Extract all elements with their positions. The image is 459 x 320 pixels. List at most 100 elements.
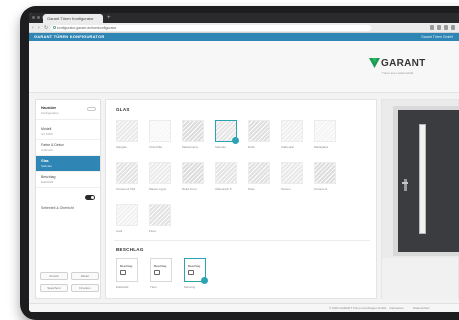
new-tab-button[interactable]: + bbox=[107, 14, 111, 23]
sidebar-button-row: Zurück Weiter bbox=[40, 272, 99, 280]
sidebar-item-label: Beschlag bbox=[41, 175, 56, 179]
save-button[interactable]: Speichern bbox=[40, 284, 68, 292]
glass-swatch[interactable] bbox=[248, 162, 270, 184]
glass-swatch-label: Ornament 504 bbox=[116, 187, 136, 191]
glass-swatch[interactable] bbox=[182, 120, 204, 142]
glass-swatch-label: Delta Frost bbox=[182, 187, 197, 191]
glass-swatch[interactable] bbox=[248, 120, 270, 142]
sidebar-item-model[interactable]: Modell GT 1000 bbox=[36, 124, 100, 140]
extensions-icon[interactable] bbox=[437, 25, 441, 30]
section-divider bbox=[114, 240, 370, 241]
app-header: GARANT TÜREN KONFIGURATOR Garant Türen G… bbox=[29, 33, 459, 41]
browser-tab[interactable]: Garant Türen Konfigurator bbox=[43, 14, 103, 23]
glass-swatch[interactable] bbox=[149, 204, 171, 226]
glass-swatch-label: Screen bbox=[281, 187, 291, 191]
back-button[interactable]: Zurück bbox=[40, 272, 68, 280]
print-button[interactable]: Drucken bbox=[71, 284, 99, 292]
back-arrow-icon[interactable]: ‹ bbox=[32, 25, 34, 31]
handle-icon bbox=[120, 270, 126, 275]
sidebar-header: Haustüre Konfiguration bbox=[36, 100, 100, 120]
sidepanel-toggle[interactable] bbox=[85, 195, 95, 200]
glass-swatch-label: Mastercarré bbox=[182, 145, 199, 149]
door-leaf bbox=[398, 110, 459, 252]
glass-swatch[interactable] bbox=[281, 120, 303, 142]
logo-bar: GARANT Türen aus Leidenschaft bbox=[29, 41, 459, 93]
account-link[interactable]: Garant Türen GmbH bbox=[421, 33, 453, 41]
hardware-option-text: Beschlag bbox=[154, 264, 167, 268]
options-panel: GLAS BESCHLAG Klarglas Chinchilla Masterca… bbox=[105, 99, 377, 299]
forward-arrow-icon[interactable]: › bbox=[38, 25, 40, 31]
glass-swatch-label: Kathedral bbox=[281, 145, 294, 149]
sidebar-subtitle: Konfiguration bbox=[41, 111, 59, 115]
menu-icon[interactable] bbox=[451, 25, 455, 30]
garant-v-logo-icon bbox=[369, 58, 380, 68]
glass-swatch[interactable] bbox=[215, 120, 239, 144]
glass-swatch[interactable] bbox=[182, 162, 204, 184]
config-sidebar: Haustüre Konfiguration Modell GT 1000 Fa… bbox=[35, 99, 101, 299]
sidebar-toggle-row: Seitenteil & Oberlicht bbox=[36, 192, 100, 210]
hardware-option-label: Messing bbox=[184, 285, 196, 289]
sidebar-title: Haustüre bbox=[41, 106, 57, 110]
handle-icon bbox=[154, 270, 160, 275]
sidebar-item-value: Edelstahl bbox=[41, 180, 54, 184]
glass-section-title: GLAS bbox=[116, 107, 130, 112]
hardware-option[interactable]: Beschlag bbox=[116, 258, 138, 282]
page-footer: © 2024 GARANT Türen und Zargen GmbH Impr… bbox=[29, 303, 459, 312]
glass-swatch[interactable] bbox=[215, 162, 237, 184]
door-handle-icon bbox=[402, 182, 408, 184]
sidebar-edit-button[interactable] bbox=[87, 107, 96, 111]
glass-swatch[interactable] bbox=[281, 162, 303, 184]
glass-swatch[interactable] bbox=[149, 162, 171, 184]
address-bar: ‹ › ↻ konfigurator.garant.de/tuerkonfigu… bbox=[29, 23, 459, 33]
footer-privacy-link[interactable]: Datenschutz bbox=[413, 306, 430, 310]
sidebar-item-hardware[interactable]: Beschlag Edelstahl bbox=[36, 172, 100, 188]
door-glass-insert bbox=[419, 124, 426, 234]
app-title: GARANT TÜREN KONFIGURATOR bbox=[34, 34, 105, 39]
glass-swatch-label: Satinato bbox=[215, 145, 227, 149]
hardware-option[interactable]: Beschlag bbox=[150, 258, 172, 282]
browser-window: Garant Türen Konfigurator + ‹ › ↻ konfig… bbox=[29, 13, 459, 312]
glass-swatch[interactable] bbox=[314, 162, 336, 184]
glass-swatch-label: Float bbox=[149, 229, 156, 233]
glass-swatch[interactable] bbox=[116, 120, 138, 142]
bookmark-icon[interactable] bbox=[430, 25, 434, 30]
brand-tagline: Türen aus Leidenschaft bbox=[382, 71, 414, 75]
profile-icon[interactable] bbox=[444, 25, 448, 30]
url-field[interactable]: konfigurator.garant.de/tuerkonfigurator bbox=[51, 25, 371, 31]
brand-name: GARANT bbox=[381, 58, 426, 69]
next-button[interactable]: Weiter bbox=[71, 272, 99, 280]
handle-plate bbox=[404, 179, 407, 191]
sidebar-item-label: Modell bbox=[41, 127, 52, 131]
glass-swatch[interactable] bbox=[116, 204, 138, 226]
hardware-option-label: Titan bbox=[150, 285, 157, 289]
toolbar-icons bbox=[430, 25, 455, 30]
sidebar-item-color[interactable]: Farbe & Dekor Anthrazit bbox=[36, 140, 100, 156]
sidebar-item-value: GT 1000 bbox=[41, 132, 53, 136]
hardware-option[interactable]: Beschlag bbox=[184, 258, 208, 284]
glass-swatch[interactable] bbox=[314, 120, 336, 142]
hardware-option-text: Beschlag bbox=[188, 264, 201, 268]
selected-check-icon bbox=[232, 137, 239, 144]
toggle-label: Seitenteil & Oberlicht bbox=[41, 206, 74, 210]
selected-check-icon bbox=[201, 277, 208, 284]
glass-swatch-label: Chinchilla bbox=[149, 145, 163, 149]
glass-swatch[interactable] bbox=[149, 120, 171, 142]
lock-icon bbox=[53, 26, 56, 29]
close-dot-icon[interactable] bbox=[32, 16, 35, 19]
footer-imprint-link[interactable]: Impressum bbox=[389, 306, 404, 310]
glass-swatch[interactable] bbox=[116, 162, 138, 184]
sidebar-item-label: Farbe & Dekor bbox=[41, 143, 64, 147]
sidebar-button-row: Speichern Drucken bbox=[40, 284, 99, 292]
glass-swatch-label: Ornament bbox=[314, 187, 328, 191]
garant-logo[interactable]: GARANT bbox=[369, 58, 426, 69]
url-text: konfigurator.garant.de/tuerkonfigurator bbox=[57, 26, 117, 30]
minimize-dot-icon[interactable] bbox=[37, 16, 40, 19]
preview-floor bbox=[382, 258, 458, 300]
glass-swatch-label: Pave bbox=[248, 187, 255, 191]
sidebar-item-value: Anthrazit bbox=[41, 148, 53, 152]
reload-icon[interactable]: ↻ bbox=[44, 25, 48, 31]
handle-icon bbox=[188, 270, 194, 275]
sidebar-item-glass[interactable]: Glas Satinato bbox=[36, 156, 100, 172]
browser-tab-bar: Garant Türen Konfigurator + bbox=[29, 13, 459, 23]
glass-swatch-label: Reflo bbox=[248, 145, 256, 149]
